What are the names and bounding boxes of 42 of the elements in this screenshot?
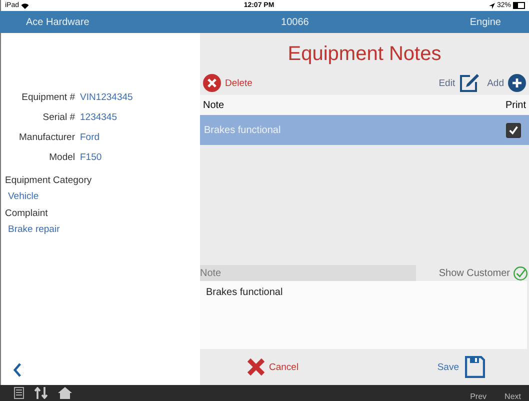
note-field[interactable]: Brakes functional xyxy=(200,281,527,349)
field-value: VIN1234345 xyxy=(80,92,133,102)
field-value: 1234345 xyxy=(80,112,117,122)
back-chevron-icon[interactable] xyxy=(13,363,22,377)
sort-arrows-icon[interactable] xyxy=(34,387,48,399)
wifi-icon xyxy=(21,2,30,8)
next-button[interactable]: Next xyxy=(500,392,525,400)
add-button[interactable]: Add xyxy=(487,74,526,92)
prev-button[interactable]: Prev xyxy=(466,392,491,400)
delete-button[interactable]: Delete xyxy=(203,74,252,92)
field-label: Model xyxy=(48,152,75,162)
column-header: Note xyxy=(203,100,224,110)
customer-name: Ace Hardware xyxy=(25,16,90,28)
location-arrow-icon xyxy=(488,2,495,8)
pencil-square-icon xyxy=(459,73,480,93)
note-text: Brakes functional xyxy=(204,124,281,136)
field-label: Serial # xyxy=(42,112,75,122)
x-mark-icon xyxy=(246,357,266,377)
close-circle-icon xyxy=(203,74,221,92)
edit-button[interactable]: Edit xyxy=(438,73,480,93)
field-label: Complaint xyxy=(5,208,49,219)
save-button[interactable]: Save xyxy=(437,356,485,378)
battery-icon xyxy=(513,2,525,9)
plus-circle-icon xyxy=(508,74,526,92)
list-document-icon[interactable] xyxy=(14,387,24,399)
page-title: Equipment Notes xyxy=(286,42,442,67)
section-name: Engine xyxy=(470,16,502,28)
field-label: Manufacturer xyxy=(18,132,75,142)
show-customer-label: Show Customer xyxy=(438,268,511,278)
print-checkbox[interactable] xyxy=(506,122,521,138)
field-value: Vehicle xyxy=(7,191,40,202)
field-label: Equipment Category xyxy=(5,175,93,186)
note-label: Note xyxy=(200,265,416,281)
cancel-button[interactable]: Cancel xyxy=(246,357,299,377)
field-value: Brake repair xyxy=(7,224,61,235)
home-icon[interactable] xyxy=(58,387,72,399)
column-header: Print xyxy=(505,100,526,110)
field-value: Ford xyxy=(80,132,100,142)
field-value: F150 xyxy=(80,152,102,162)
check-circle-icon[interactable] xyxy=(513,266,528,280)
order-number: 10066 xyxy=(280,16,310,28)
field-label: Equipment # xyxy=(20,92,75,102)
